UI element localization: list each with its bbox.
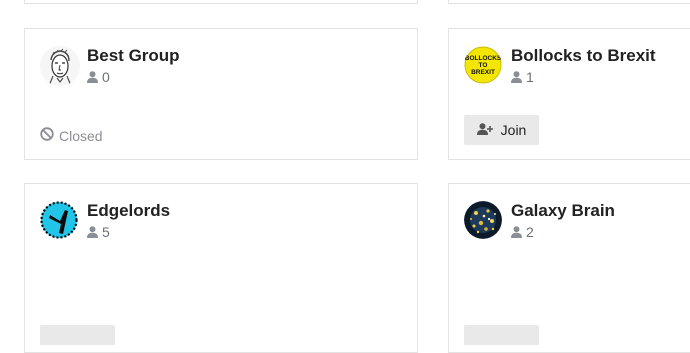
galaxy-avatar[interactable] <box>464 201 502 239</box>
group-card-partial-right <box>448 0 690 4</box>
group-card-edgelords[interactable]: Edgelords 5 <box>24 183 418 353</box>
join-label: Join <box>500 122 527 138</box>
group-title[interactable]: Best Group <box>87 46 180 66</box>
face-sketch-avatar[interactable] <box>40 46 80 86</box>
closed-status: Closed <box>40 127 103 144</box>
member-count-value: 0 <box>102 69 110 85</box>
user-icon <box>87 71 98 83</box>
group-title[interactable]: Galaxy Brain <box>511 201 615 221</box>
user-icon <box>511 71 522 83</box>
member-count-value: 1 <box>526 69 534 85</box>
member-count: 2 <box>511 224 534 240</box>
svg-text:TO: TO <box>479 62 488 69</box>
edge-avatar[interactable] <box>40 201 78 239</box>
member-count: 5 <box>87 224 110 240</box>
group-card-galaxy-brain[interactable]: Galaxy Brain 2 <box>448 183 690 353</box>
group-card-best-group[interactable]: Best Group 0 Closed <box>24 28 418 160</box>
group-title[interactable]: Bollocks to Brexit <box>511 46 656 66</box>
action-button-partial[interactable] <box>40 325 115 345</box>
member-count-value: 5 <box>102 224 110 240</box>
status-label: Closed <box>59 127 103 144</box>
member-count-value: 2 <box>526 224 534 240</box>
join-button[interactable]: Join <box>464 115 539 145</box>
ban-icon <box>40 127 54 144</box>
group-card-partial-left <box>24 0 418 4</box>
group-card-bollocks-to-brexit[interactable]: BOLLOCKS TO BREXIT Bollocks to Brexit 1 … <box>448 28 690 160</box>
user-plus-icon <box>476 122 493 138</box>
badge-avatar[interactable]: BOLLOCKS TO BREXIT <box>464 46 502 84</box>
user-icon <box>511 226 522 238</box>
group-title[interactable]: Edgelords <box>87 201 170 221</box>
svg-text:BOLLOCKS: BOLLOCKS <box>465 55 502 62</box>
svg-text:BREXIT: BREXIT <box>471 69 495 76</box>
member-count: 1 <box>511 69 534 85</box>
member-count: 0 <box>87 69 110 85</box>
action-button-partial[interactable] <box>464 325 539 345</box>
user-icon <box>87 226 98 238</box>
